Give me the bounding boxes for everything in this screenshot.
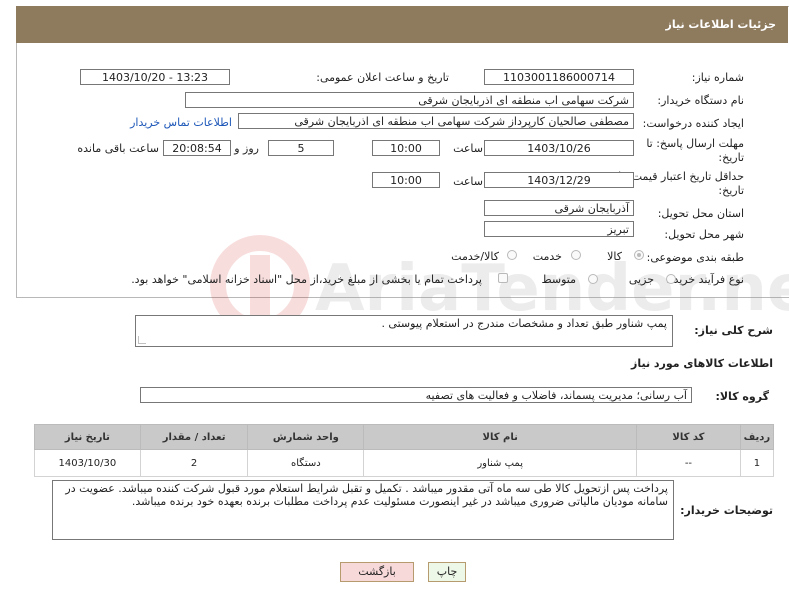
reply-deadline-label-2: تاریخ: xyxy=(718,151,744,164)
province-label: استان محل تحویل: xyxy=(657,207,744,220)
buyer-notes-text: پرداخت پس ازتحویل کالا طی سه ماه آتی مقد… xyxy=(65,482,668,508)
price-validity-label-2: تاریخ: xyxy=(718,184,744,197)
reply-date-field: 1403/10/26 xyxy=(484,140,634,156)
col-qty-header: تعداد / مقدار xyxy=(139,424,249,450)
description-label: شرح کلی نیاز: xyxy=(694,324,773,337)
goods-group-field: آب رسانی؛ مدیریت پسماند، فاضلاب و فعالیت… xyxy=(140,387,692,403)
buyer-notes-label: توضیحات خریدار: xyxy=(680,504,773,517)
category-radio-service[interactable] xyxy=(571,250,581,260)
back-button[interactable]: بازگشت xyxy=(340,562,414,582)
cell-code: -- xyxy=(636,449,741,477)
cell-qty: 2 xyxy=(139,449,249,477)
requester-label: ایجاد کننده درخواست: xyxy=(642,117,744,130)
buyer-org-label: نام دستگاه خریدار: xyxy=(657,94,744,107)
category-label: طبقه بندی موضوعی: xyxy=(646,251,744,264)
col-name-header: نام کالا xyxy=(363,424,638,450)
contact-info-link[interactable]: اطلاعات تماس خریدار xyxy=(130,116,232,129)
reply-time-label: ساعت xyxy=(453,142,483,155)
price-validity-label: حداقل تاریخ اعتبار قیمت: تا xyxy=(618,170,744,183)
city-field: تبریز xyxy=(484,221,634,237)
price-time-field: 10:00 xyxy=(372,172,440,188)
process-medium-label: متوسط xyxy=(541,273,576,286)
category-goods-label: کالا xyxy=(607,250,622,263)
col-unit-header: واحد شمارش xyxy=(247,424,365,450)
buyer-org-field: شرکت سهامی اب منطقه ای اذربایجان شرقی xyxy=(185,92,634,108)
cell-unit: دستگاه xyxy=(247,449,365,477)
cell-date: 1403/10/30 xyxy=(34,449,141,477)
goods-section-title: اطلاعات کالاهای مورد نیاز xyxy=(631,357,773,370)
goods-table: ردیف کد کالا نام کالا واحد شمارش تعداد /… xyxy=(34,424,775,477)
panel-title: جزئیات اطلاعات نیاز xyxy=(665,18,777,31)
col-row-header: ردیف xyxy=(739,424,775,450)
process-radio-minor[interactable] xyxy=(666,274,676,284)
reply-deadline-label: مهلت ارسال پاسخ: تا xyxy=(646,137,744,150)
process-minor-label: جزیی xyxy=(628,273,654,286)
category-service-label: خدمت xyxy=(532,250,562,263)
col-code-header: کد کالا xyxy=(636,424,741,450)
panel-header: جزئیات اطلاعات نیاز xyxy=(16,6,788,43)
days-field: 5 xyxy=(268,140,334,156)
process-radio-medium[interactable] xyxy=(588,274,598,284)
category-goods-service-label: کالا/خدمت xyxy=(451,250,499,263)
buyer-notes-textarea[interactable]: پرداخت پس ازتحویل کالا طی سه ماه آتی مقد… xyxy=(52,480,674,540)
days-label: روز و xyxy=(234,142,259,155)
cell-name: پمپ شناور xyxy=(363,449,638,477)
need-number-field: 1103001186000714 xyxy=(484,69,634,85)
announce-label: تاریخ و ساعت اعلان عمومی: xyxy=(316,71,449,84)
cell-row: 1 xyxy=(739,449,775,477)
table-row: 1 -- پمپ شناور دستگاه 2 1403/10/30 xyxy=(34,449,775,477)
category-radio-goods-service[interactable] xyxy=(507,250,517,260)
need-number-label: شماره نیاز: xyxy=(691,71,744,84)
category-radio-goods[interactable] xyxy=(634,250,644,260)
city-label: شهر محل تحویل: xyxy=(664,228,744,241)
description-text: پمپ شناور طبق تعداد و مشخصات مندرج در اس… xyxy=(381,317,667,330)
province-field: آذربایجان شرقی xyxy=(484,200,634,216)
price-date-field: 1403/12/29 xyxy=(484,172,634,188)
remaining-time-field: 20:08:54 xyxy=(163,140,231,156)
table-header-row: ردیف کد کالا نام کالا واحد شمارش تعداد /… xyxy=(34,424,775,450)
description-textarea[interactable]: پمپ شناور طبق تعداد و مشخصات مندرج در اس… xyxy=(135,315,673,347)
resize-grip-icon[interactable] xyxy=(138,336,146,344)
process-label: نوع فرآیند خرید : xyxy=(666,273,744,286)
treasury-checkbox[interactable] xyxy=(498,273,508,283)
goods-group-label: گروه کالا: xyxy=(715,390,769,403)
col-date-header: تاریخ نیاز xyxy=(34,424,141,450)
print-button[interactable]: چاپ xyxy=(428,562,466,582)
treasury-note: پرداخت تمام یا بخشی از مبلغ خرید،از محل … xyxy=(131,273,482,286)
reply-time-field: 10:00 xyxy=(372,140,440,156)
requester-field: مصطفی صالحیان کارپرداز شرکت سهامی اب منط… xyxy=(238,113,634,129)
remaining-time-label: ساعت باقی مانده xyxy=(77,142,159,155)
announce-field: 1403/10/20 - 13:23 xyxy=(80,69,230,85)
price-time-label: ساعت xyxy=(453,175,483,188)
